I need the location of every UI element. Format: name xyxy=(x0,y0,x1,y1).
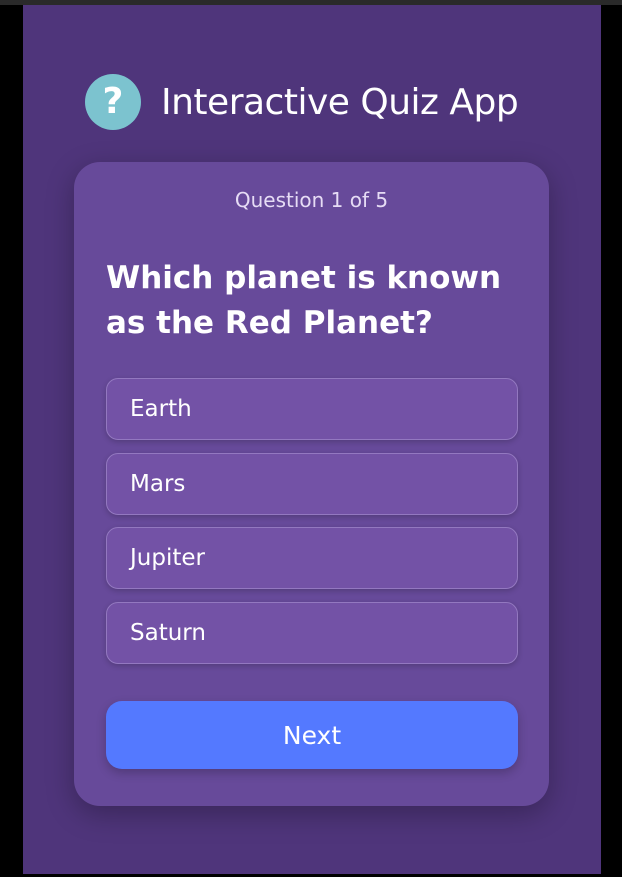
answer-option-earth[interactable]: Earth xyxy=(106,378,518,440)
app-header: ? Interactive Quiz App xyxy=(85,73,519,131)
question-mark-icon: ? xyxy=(85,74,141,130)
quiz-app: ? Interactive Quiz App Question 1 of 5 W… xyxy=(23,5,601,874)
question-progress: Question 1 of 5 xyxy=(234,188,389,212)
answer-option-mars[interactable]: Mars xyxy=(106,452,518,515)
quiz-card: Question 1 of 5 Which planet is known as… xyxy=(74,162,549,806)
answer-option-saturn[interactable]: Saturn xyxy=(106,601,518,664)
answer-option-jupiter[interactable]: Jupiter xyxy=(106,527,518,589)
app-title: Interactive Quiz App xyxy=(161,81,519,123)
next-button[interactable]: Next xyxy=(106,701,518,769)
question-text: Which planet is known as the Red Planet? xyxy=(106,260,502,341)
answer-options: Earth Mars Jupiter Saturn xyxy=(106,378,518,676)
